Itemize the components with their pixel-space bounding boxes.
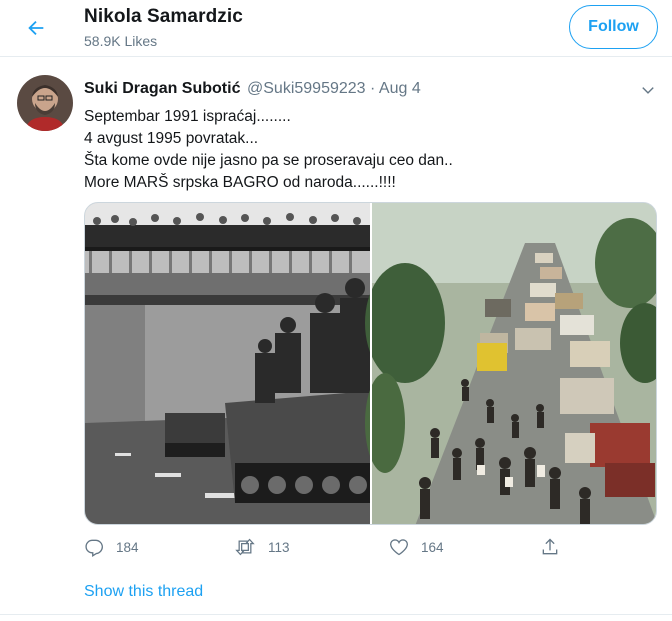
photo-refugee-column[interactable]	[365, 203, 657, 525]
avatar-image	[17, 75, 73, 131]
photo-tanks-bridge[interactable]	[85, 203, 370, 525]
profile-name: Nikola Samardzic	[84, 6, 243, 27]
author-name[interactable]: Suki Dragan Subotić	[84, 80, 240, 98]
tweet-text-line: Septembar 1991 ispraćaj........	[84, 108, 291, 125]
avatar[interactable]	[17, 75, 73, 131]
author-handle-date[interactable]: @Suki59959223 · Aug 4	[247, 80, 421, 98]
tweet-text: Septembar 1991 ispraćaj........ 4 avgust…	[84, 106, 453, 194]
share-button[interactable]	[540, 535, 560, 559]
tweet-text-line: Šta kome ovde nije jasno pa se proserava…	[84, 152, 453, 169]
author-handle[interactable]: @Suki59959223	[247, 80, 366, 97]
retweet-icon	[235, 538, 255, 556]
tweet[interactable]: Suki Dragan Subotić @Suki59959223 · Aug …	[0, 63, 672, 615]
follow-button[interactable]: Follow	[569, 5, 658, 49]
tweet-text-line: 4 avgust 1995 povratak...	[84, 130, 259, 147]
divider	[0, 614, 672, 615]
heart-icon	[390, 539, 408, 556]
share-icon	[542, 538, 558, 555]
reply-button[interactable]: 184	[84, 535, 139, 559]
reply-icon	[85, 539, 104, 557]
retweet-count: 113	[268, 539, 290, 555]
back-button[interactable]	[18, 10, 54, 46]
reply-count: 184	[116, 539, 139, 555]
retweet-button[interactable]: 113	[234, 535, 290, 559]
tweet-text-line: More MARŠ srpska BAGRO od naroda......!!…	[84, 174, 396, 191]
chevron-down-icon	[642, 87, 654, 94]
tweet-actions: 184 113 164	[84, 535, 584, 559]
back-arrow-icon	[28, 20, 44, 36]
profile-likes-count: 58.9K Likes	[84, 33, 158, 49]
tweet-media[interactable]	[84, 202, 657, 525]
show-thread-link[interactable]: Show this thread	[84, 583, 203, 601]
like-count: 164	[421, 539, 444, 555]
tweet-date[interactable]: · Aug 4	[370, 80, 421, 97]
more-options-button[interactable]	[636, 78, 660, 102]
like-button[interactable]: 164	[389, 535, 444, 559]
profile-header: Nikola Samardzic 58.9K Likes Follow	[0, 0, 672, 57]
